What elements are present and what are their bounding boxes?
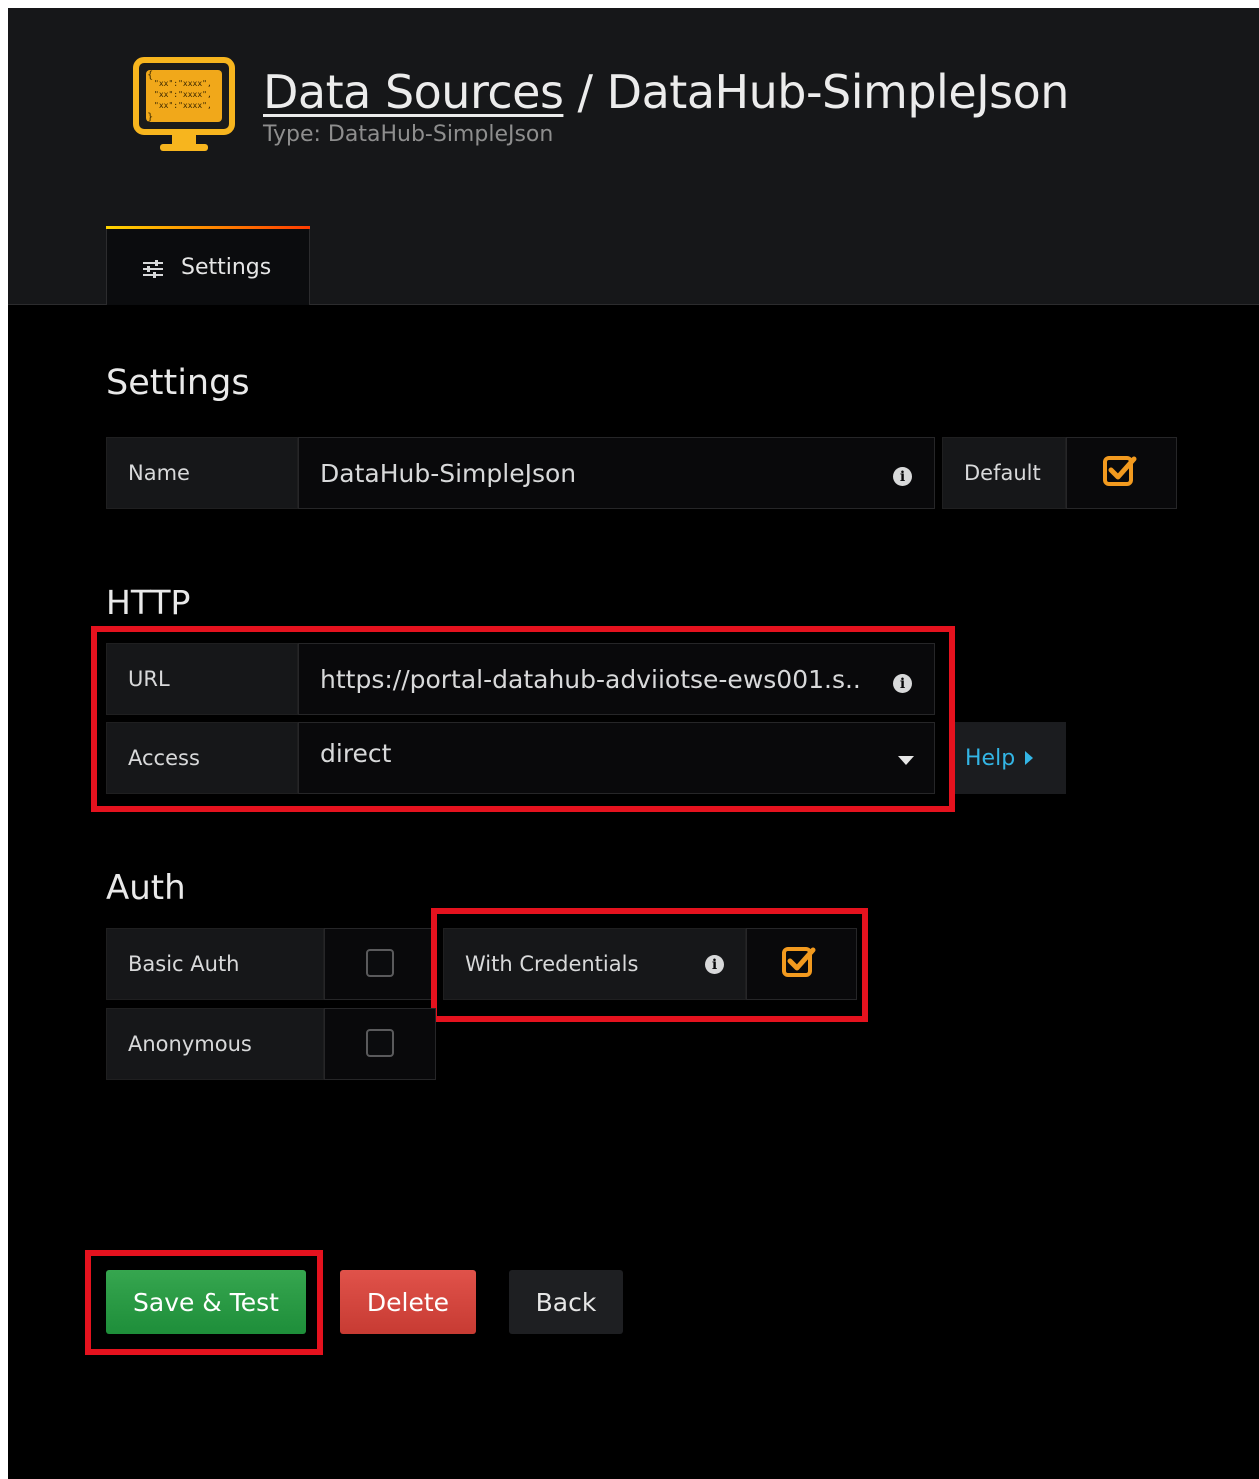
access-select[interactable]: direct — [298, 722, 935, 794]
name-input[interactable]: DataHub-SimpleJson — [298, 437, 935, 509]
delete-button[interactable]: Delete — [340, 1270, 476, 1334]
svg-text:{: { — [147, 70, 153, 81]
caret-right-icon — [1025, 751, 1034, 765]
url-input[interactable]: https://portal-datahub-adviiotse-ews001.… — [298, 643, 935, 715]
page-subtitle: Type: DataHub-SimpleJson — [263, 122, 554, 147]
default-checkbox-cell — [1066, 437, 1177, 509]
default-label: Default — [942, 437, 1066, 509]
url-input-value: https://portal-datahub-adviiotse-ews001.… — [320, 664, 861, 694]
with-credentials-info-icon[interactable]: i — [705, 955, 724, 974]
with-credentials-checkbox[interactable] — [782, 945, 816, 977]
svg-text:"xx":"xxxx",: "xx":"xxxx", — [154, 101, 212, 110]
datasource-title: DataHub-SimpleJson — [606, 65, 1070, 119]
page-title: Data Sources / DataHub-SimpleJson — [263, 64, 1069, 120]
basic-auth-checkbox-cell — [324, 928, 436, 1000]
svg-text:"xx":"xxxx",: "xx":"xxxx", — [154, 90, 212, 99]
basic-auth-label: Basic Auth — [106, 928, 324, 1000]
caret-down-icon — [898, 756, 914, 765]
breadcrumb-data-sources-link[interactable]: Data Sources — [263, 65, 564, 119]
access-select-value: direct — [320, 739, 392, 768]
tab-active-indicator — [106, 226, 310, 229]
svg-text:}: } — [147, 112, 153, 123]
help-button[interactable]: Help — [953, 722, 1066, 794]
tab-settings-label: Settings — [181, 255, 272, 280]
with-credentials-label: With Credentials — [443, 928, 746, 1000]
monitor-code-icon: "xx":"xxxx", "xx":"xxxx", "xx":"xxxx", {… — [133, 57, 235, 151]
name-label: Name — [106, 437, 298, 509]
url-label: URL — [106, 643, 298, 715]
help-button-label: Help — [965, 745, 1016, 771]
url-info-icon[interactable]: i — [893, 674, 912, 693]
default-checkbox[interactable] — [1103, 454, 1137, 486]
access-label: Access — [106, 722, 298, 794]
save-test-button[interactable]: Save & Test — [106, 1270, 306, 1334]
page-frame: "xx":"xxxx", "xx":"xxxx", "xx":"xxxx", {… — [8, 8, 1259, 1479]
anonymous-label: Anonymous — [106, 1008, 324, 1080]
sliders-icon — [143, 260, 163, 278]
svg-text:"xx":"xxxx",: "xx":"xxxx", — [154, 79, 212, 88]
with-credentials-checkbox-cell — [746, 928, 857, 1000]
http-heading: HTTP — [106, 583, 191, 622]
basic-auth-checkbox[interactable] — [366, 949, 394, 977]
auth-heading: Auth — [106, 868, 186, 908]
settings-heading: Settings — [106, 363, 250, 403]
name-info-icon[interactable]: i — [893, 467, 912, 486]
anonymous-checkbox-cell — [324, 1008, 436, 1080]
name-input-value: DataHub-SimpleJson — [320, 458, 577, 488]
anonymous-checkbox[interactable] — [366, 1029, 394, 1057]
tab-settings[interactable]: Settings — [106, 226, 310, 305]
back-button[interactable]: Back — [509, 1270, 623, 1334]
breadcrumb-separator: / — [563, 65, 607, 119]
page-header: "xx":"xxxx", "xx":"xxxx", "xx":"xxxx", {… — [8, 8, 1259, 305]
